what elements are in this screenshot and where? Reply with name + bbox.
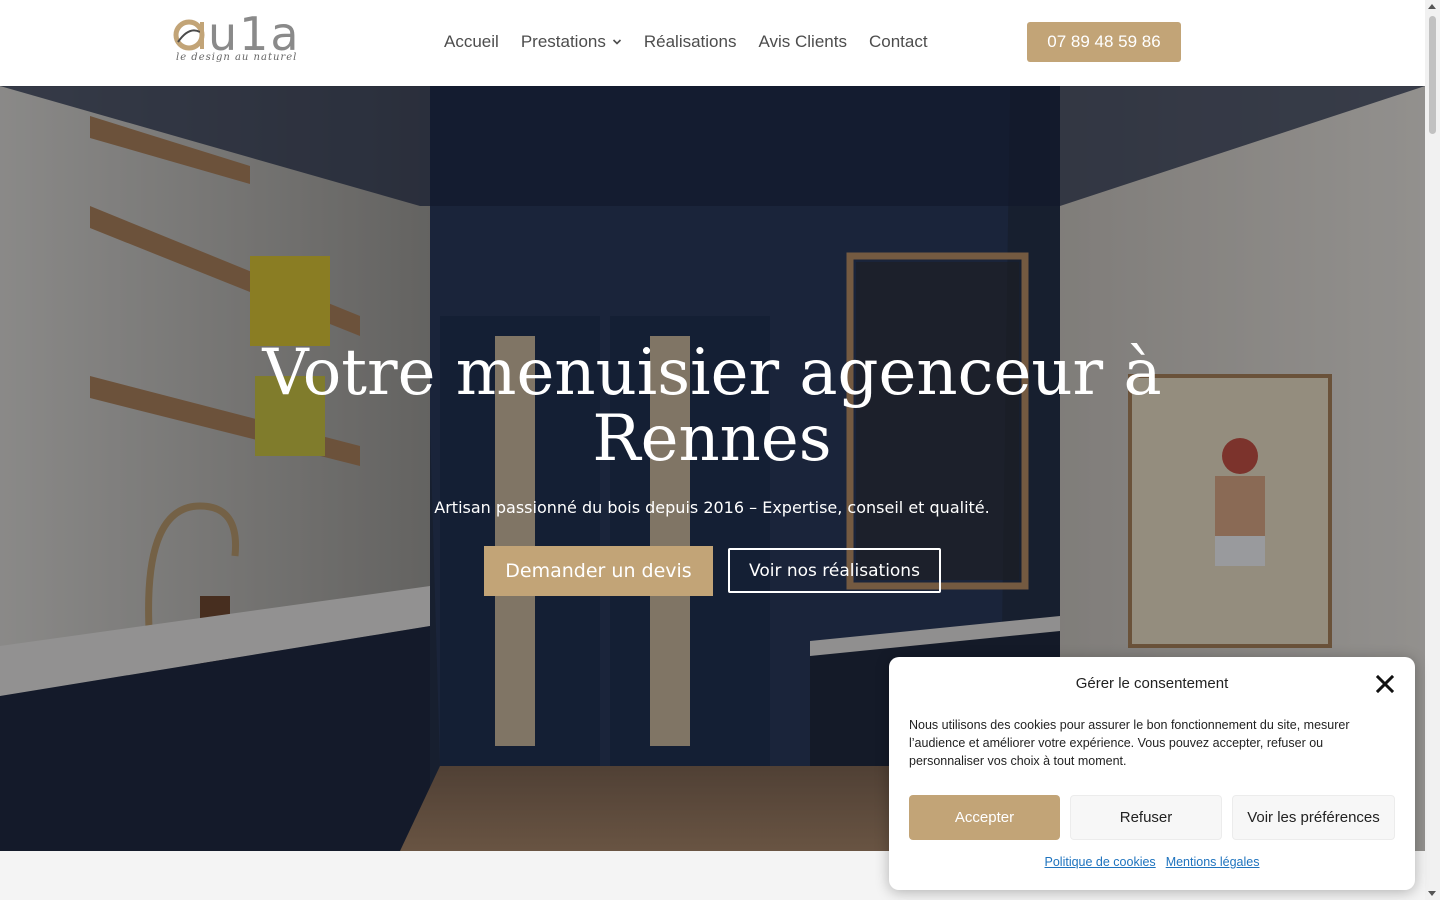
scrollbar-thumb[interactable] [1429,16,1436,134]
cookie-policy-link[interactable]: Politique de cookies [1045,855,1156,869]
logo-tagline: le design au naturel [176,52,298,63]
cookie-preferences-button[interactable]: Voir les préférences [1232,795,1395,840]
site-header: u1a le design au naturel Accueil Prestat… [0,0,1425,86]
refuse-cookies-button[interactable]: Refuser [1070,795,1222,840]
nav-item-prestations[interactable]: Prestations [521,30,622,54]
scroll-down-arrow-icon[interactable] [1428,891,1436,896]
nav-item-label: Accueil [444,32,499,51]
main-nav: Accueil Prestations Réalisations Avis Cl… [444,30,928,54]
site-logo[interactable]: u1a le design au naturel [172,7,324,70]
legal-notice-link[interactable]: Mentions légales [1166,855,1260,869]
nav-item-label: Prestations [520,32,606,51]
hero-subtitle: Artisan passionné du bois depuis 2016 – … [434,498,990,517]
nav-item-label: Contact [868,32,928,51]
nav-item-label: Avis Clients [758,32,847,51]
chevron-down-icon [612,39,621,45]
cookie-dialog-title: Gérer le consentement [1075,675,1229,692]
view-projects-button[interactable]: Voir nos réalisations [728,548,941,593]
nav-item-accueil[interactable]: Accueil [444,30,499,54]
phone-button[interactable]: 07 89 48 59 86 [1027,22,1181,62]
nav-item-contact[interactable]: Contact [869,30,928,54]
logo-a-icon [173,19,205,51]
page-scrollbar[interactable] [1425,0,1440,900]
cookie-dialog-text: Nous utilisons des cookies pour assurer … [909,718,1350,768]
scroll-up-arrow-icon[interactable] [1428,4,1436,9]
accept-cookies-button[interactable]: Accepter [909,795,1060,840]
request-quote-button[interactable]: Demander un devis [484,546,713,596]
cookie-consent-dialog: Gérer le consentement Nous utilisons des… [889,657,1415,890]
close-icon[interactable] [1376,675,1394,693]
hero-title: Votre menuisier agenceur à Rennes [262,336,1162,476]
cookie-links: Politique de cookies Mentions légales [889,855,1415,869]
nav-item-realisations[interactable]: Réalisations [644,30,737,54]
nav-item-label: Réalisations [643,32,737,51]
nav-item-avis-clients[interactable]: Avis Clients [758,30,847,54]
